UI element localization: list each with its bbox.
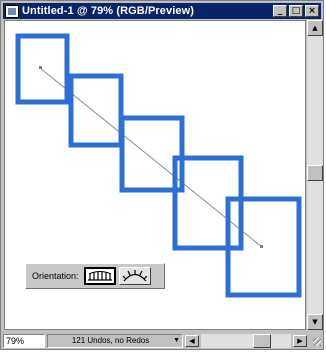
status-info-field[interactable]: 121 Undos, no Redos ▼ (47, 333, 183, 348)
title-bar[interactable]: Untitled-1 @ 79% (RGB/Preview) _ □ × (3, 3, 321, 19)
path-start-anchor[interactable] (39, 66, 42, 69)
resize-grip-icon[interactable] (309, 333, 323, 348)
align-to-path-icon[interactable] (83, 267, 116, 285)
close-button[interactable]: × (305, 5, 319, 17)
scroll-up-icon[interactable]: ▲ (307, 20, 323, 36)
blend-frame-2[interactable] (68, 73, 124, 148)
maximize-button[interactable]: □ (289, 5, 303, 17)
path-end-anchor[interactable] (260, 245, 263, 248)
orientation-panel: Orientation: (25, 263, 165, 289)
undo-status-text: 121 Undos, no Redos (71, 335, 150, 345)
scroll-left-icon[interactable]: ◀ (185, 334, 199, 347)
scroll-right-icon[interactable]: ▶ (293, 334, 307, 347)
horizontal-scrollbar[interactable] (201, 333, 291, 348)
status-menu-arrow-icon[interactable]: ▼ (173, 335, 180, 347)
vertical-scroll-thumb[interactable] (307, 165, 323, 181)
orientation-label: Orientation: (32, 271, 79, 281)
minimize-button[interactable]: _ (273, 5, 287, 17)
document-window: Untitled-1 @ 79% (RGB/Preview) _ □ × ▲ ▼… (0, 0, 324, 350)
horizontal-scroll-thumb[interactable] (253, 333, 271, 348)
vertical-scrollbar[interactable]: ▲ ▼ (307, 20, 323, 330)
document-icon (5, 4, 19, 18)
zoom-level-field[interactable]: 79% (3, 333, 45, 348)
status-bar: 79% 121 Undos, no Redos ▼ ◀ ▶ (3, 332, 323, 349)
rotate-arc-icon[interactable] (118, 267, 151, 285)
blend-frame-1[interactable] (15, 33, 70, 105)
scroll-down-icon[interactable]: ▼ (307, 314, 323, 330)
window-title: Untitled-1 @ 79% (RGB/Preview) (22, 5, 195, 17)
